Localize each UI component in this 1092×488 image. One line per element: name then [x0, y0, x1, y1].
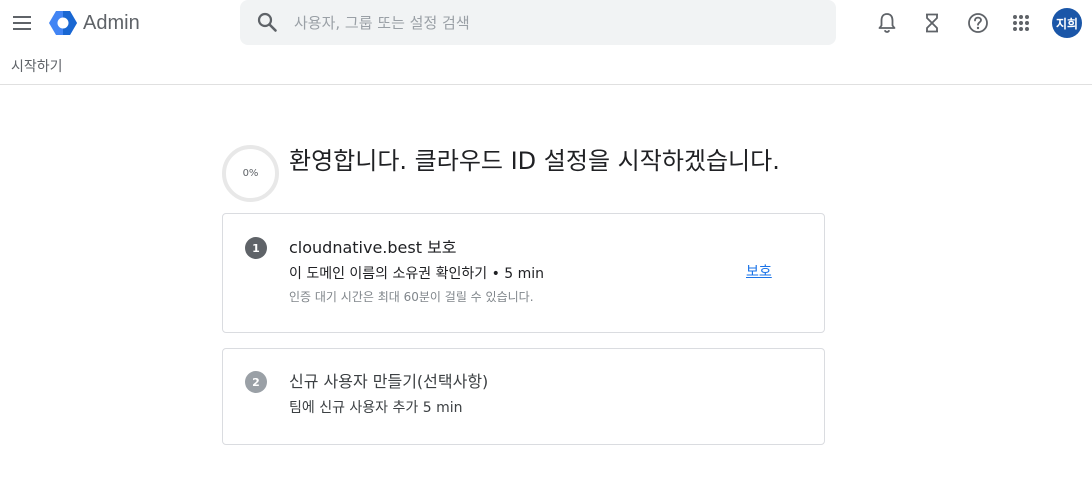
step-number-badge: 2 — [245, 371, 267, 393]
step-description: 이 도메인 이름의 소유권 확인하기 • 5 min — [289, 266, 545, 282]
tasks-button[interactable] — [920, 11, 944, 35]
help-button[interactable] — [966, 11, 990, 35]
step-description: 팀에 신규 사용자 추가 5 min — [289, 400, 463, 416]
step-number-badge: 1 — [245, 237, 267, 259]
bell-icon — [878, 13, 896, 33]
breadcrumb: 시작하기 — [11, 59, 63, 75]
search-input[interactable] — [294, 0, 814, 45]
step-note: 인증 대기 시간은 최대 60분이 걸릴 수 있습니다. — [289, 290, 534, 304]
account-avatar[interactable]: 지희 — [1052, 8, 1082, 38]
search-icon[interactable] — [256, 11, 278, 33]
page-title: 환영합니다. 클라우드 ID 설정을 시작하겠습니다. — [289, 147, 780, 175]
search-bar[interactable] — [240, 0, 836, 45]
protect-domain-link[interactable]: 보호 — [746, 262, 772, 282]
hourglass-icon — [926, 13, 938, 33]
apps-grid-icon — [1013, 15, 1029, 31]
top-app-bar: Admin 지희 — [0, 0, 1092, 46]
apps-button[interactable] — [1009, 11, 1033, 35]
step-title: cloudnative.best 보호 — [289, 238, 457, 257]
progress-label: 0% — [242, 168, 259, 179]
setup-step-card: 1 cloudnative.best 보호 이 도메인 이름의 소유권 확인하기… — [222, 213, 825, 333]
setup-step-card[interactable]: 2 신규 사용자 만들기(선택사항) 팀에 신규 사용자 추가 5 min — [222, 348, 825, 445]
app-name[interactable]: Admin — [83, 10, 140, 36]
notifications-button[interactable] — [875, 11, 899, 35]
menu-icon — [13, 16, 31, 30]
setup-progress-ring: 0% — [222, 145, 279, 202]
admin-logo-icon[interactable] — [49, 10, 77, 36]
step-title: 신규 사용자 만들기(선택사항) — [289, 372, 489, 391]
help-icon — [968, 13, 988, 33]
header-divider — [0, 84, 1092, 85]
main-menu-button[interactable] — [10, 11, 34, 35]
